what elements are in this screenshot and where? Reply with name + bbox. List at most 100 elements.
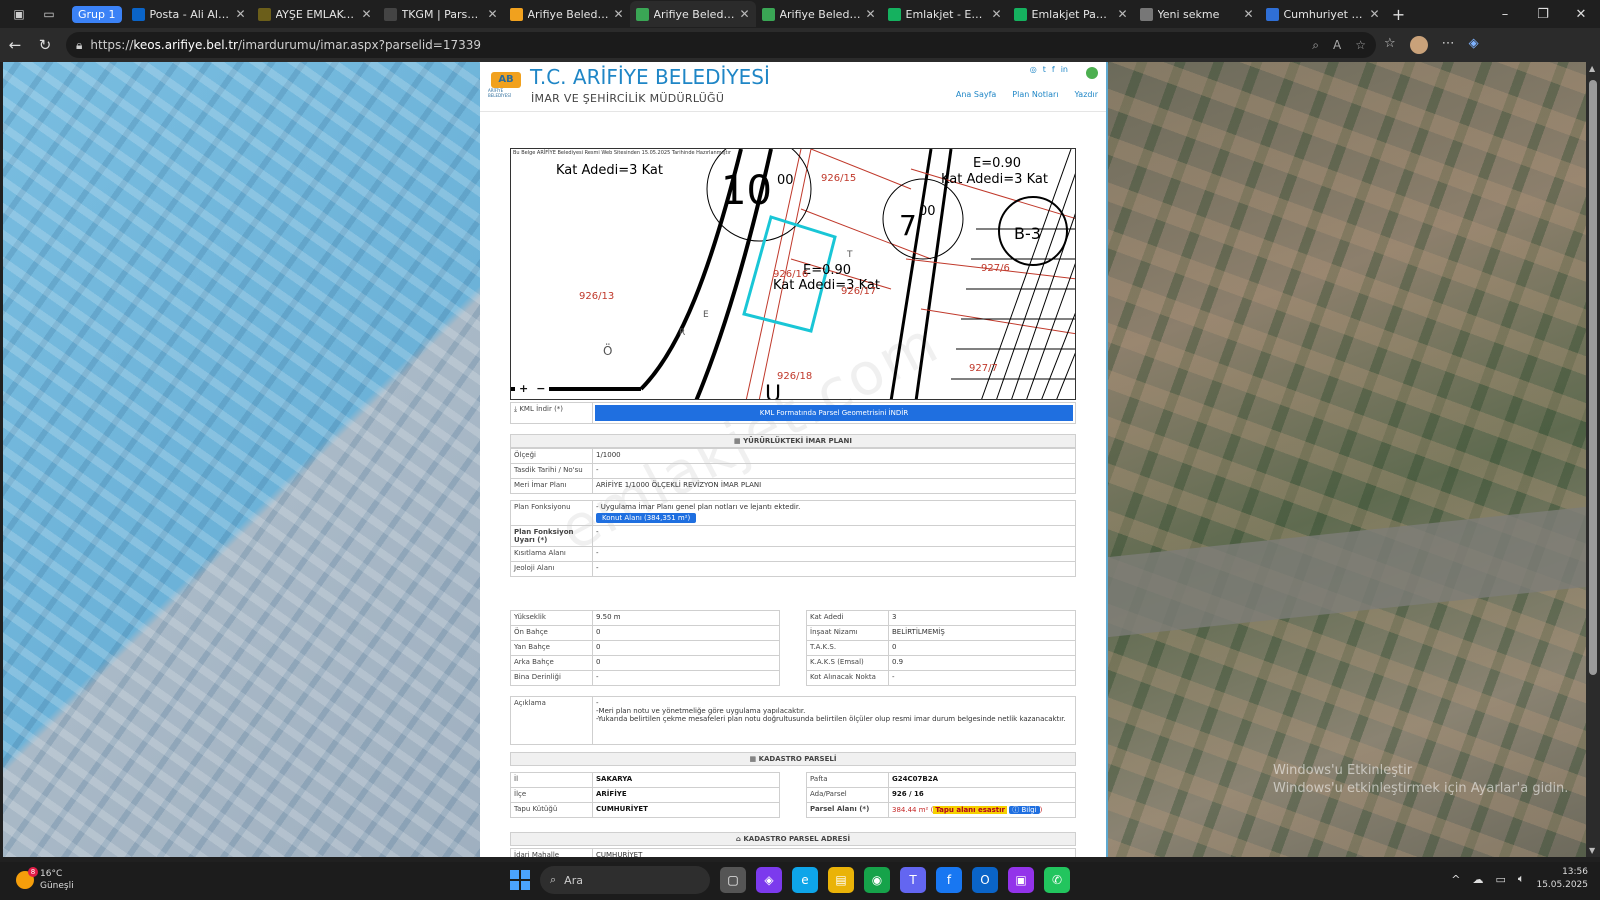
page-icon	[1139, 7, 1153, 21]
zoom-in-button[interactable]: +	[519, 382, 528, 395]
browser-tab[interactable]: TKGM | Parsel Sor ✕	[378, 1, 504, 27]
table-row: Tapu Kütüğü CUMHURİYET	[510, 802, 780, 818]
file-explorer-icon[interactable]: ▤	[828, 867, 854, 893]
nav-yazdir[interactable]: Yazdır	[1075, 90, 1098, 99]
imar-page: AB ARİFİYE BELEDİYESİ T.C. ARİFİYE BELED…	[480, 62, 1106, 857]
url-field[interactable]: 🔒︎ https://keos.arifiye.bel.tr/imardurum…	[66, 32, 1376, 58]
konut-alani-chip[interactable]: Konut Alanı (384,351 m²)	[596, 513, 697, 523]
zoom-out-button[interactable]: −	[536, 382, 545, 395]
linkedin-icon[interactable]: in	[1061, 65, 1068, 74]
more-menu-icon[interactable]: ⋯	[1442, 36, 1455, 54]
tab-group-label[interactable]: Grup 1	[72, 5, 122, 23]
map-zoom-controls: + −	[515, 382, 550, 395]
close-tab-icon[interactable]: ✕	[739, 7, 749, 21]
site-info-icon[interactable]: 🔒︎	[76, 38, 82, 53]
restore-icon[interactable]: ❐	[1524, 7, 1562, 22]
nav-plan-notlari[interactable]: Plan Notları	[1012, 90, 1058, 99]
read-aloud-icon[interactable]: A	[1333, 38, 1341, 53]
table-row: Bina Derinliği -	[510, 670, 780, 686]
kml-download-button[interactable]: KML Formatında Parsel Geometrisini İNDİR	[595, 405, 1073, 421]
tab-actions-icon[interactable]: ▭	[38, 3, 60, 25]
table-row: Plan Fonksiyon Uyarı (*) -	[510, 525, 1076, 547]
scrollbar-thumb[interactable]	[1589, 80, 1597, 675]
close-tab-icon[interactable]: ✕	[487, 7, 497, 21]
header-nav: Ana Sayfa Plan Notları Yazdır	[956, 90, 1098, 99]
row-label: İl	[510, 772, 593, 788]
chrome-icon[interactable]: ◉	[864, 867, 890, 893]
close-window-icon[interactable]: ✕	[1562, 7, 1600, 22]
table-row: K.A.K.S (Emsal) 0.9	[806, 655, 1076, 671]
favorites-icon[interactable]: ☆	[1384, 36, 1396, 54]
scroll-up-icon[interactable]: ▲	[1589, 64, 1595, 73]
parcel-map[interactable]: Kat Adedi=3 Kat E=0.90 Kat Adedi=3 Kat E…	[510, 148, 1076, 400]
kml-section: ⤓ KML İndir (*) KML Formatında Parsel Ge…	[510, 402, 1076, 424]
copilot-app-icon[interactable]: ◈	[756, 867, 782, 893]
close-tab-icon[interactable]: ✕	[1117, 7, 1127, 21]
browser-tab[interactable]: Emlakjet - Ev ve D ✕	[882, 1, 1008, 27]
tray-chevron-icon[interactable]: ^	[1451, 873, 1460, 886]
window-controls: – ❐ ✕	[1486, 7, 1600, 22]
user-icon[interactable]	[1086, 67, 1098, 79]
minimize-icon[interactable]: –	[1486, 7, 1524, 22]
network-icon[interactable]: ▭	[1495, 873, 1505, 886]
emlakjet-icon	[1013, 7, 1027, 21]
address-bar-row: ← ↻ 🔒︎ https://keos.arifiye.bel.tr/imard…	[0, 28, 1600, 62]
browser-tab[interactable]: Posta - Ali Altun - ✕	[126, 1, 252, 27]
volume-icon[interactable]: 🔈︎	[1518, 872, 1525, 886]
nav-ana-sayfa[interactable]: Ana Sayfa	[956, 90, 996, 99]
windows-start-icon[interactable]	[510, 870, 530, 890]
background-aerial-right	[1108, 62, 1586, 857]
weather-widget[interactable]: 8 16°C Güneşli	[16, 867, 74, 892]
close-tab-icon[interactable]: ✕	[613, 7, 623, 21]
browser-tab[interactable]: Arifiye Belediyesi ✕	[629, 1, 756, 27]
clock[interactable]: 13:56 15.05.2025	[1536, 866, 1588, 892]
activate-line1: Windows'u Etkinleştir	[1273, 763, 1413, 778]
teams-icon[interactable]: T	[900, 867, 926, 893]
browser-tab[interactable]: AYŞE EMLAKTAN ✕	[252, 1, 378, 27]
browser-tab[interactable]: Arifiye Belediyesi ✕	[504, 1, 630, 27]
edge-icon[interactable]: e	[792, 867, 818, 893]
profile-avatar[interactable]	[1409, 36, 1428, 54]
task-view-icon[interactable]: ▢	[720, 867, 746, 893]
new-tab-button[interactable]: +	[1386, 5, 1412, 24]
close-tab-icon[interactable]: ✕	[865, 7, 875, 21]
row-label: Pafta	[806, 772, 889, 788]
browser-tab[interactable]: Yeni sekme ✕	[1134, 1, 1260, 27]
store-app-icon[interactable]: ▣	[1008, 867, 1034, 893]
close-tab-icon[interactable]: ✕	[1243, 7, 1253, 21]
close-tab-icon[interactable]: ✕	[361, 7, 371, 21]
imar-plan-title: ▦ YÜRÜRLÜKTEKİ İMAR PLANI	[510, 434, 1076, 448]
web-icon[interactable]: ◎	[1030, 65, 1037, 74]
favorite-star-icon[interactable]: ☆	[1355, 38, 1366, 53]
scroll-down-icon[interactable]: ▼	[1589, 846, 1595, 855]
tab-title: Arifiye Belediyesi	[653, 7, 735, 21]
workspaces-icon[interactable]: ▣	[8, 3, 30, 25]
arifiye-icon	[509, 7, 523, 21]
tab-title: Emlakjet - Ev ve D	[905, 7, 987, 21]
tab-list: Posta - Ali Altun - ✕ AYŞE EMLAKTAN ✕ TK…	[126, 1, 1386, 27]
plan-warning-value: -	[592, 525, 1076, 547]
zoom-icon[interactable]: ⌕	[1312, 38, 1319, 53]
outlook-app-icon[interactable]: O	[972, 867, 998, 893]
twitter-icon[interactable]: t	[1043, 65, 1046, 74]
facebook-icon[interactable]: f	[1052, 65, 1055, 74]
municipality-logo[interactable]: AB ARİFİYE BELEDİYESİ	[488, 72, 524, 100]
onedrive-icon[interactable]: ☁	[1472, 873, 1483, 886]
refresh-icon[interactable]: ↻	[30, 36, 60, 54]
browser-tab[interactable]: Arifiye Belediyesi ✕	[756, 1, 882, 27]
row-label: Kat Adedi	[806, 610, 889, 626]
taskbar-apps: ⌕ Ara ▢ ◈ e ▤ ◉ T f O ▣ ✆	[510, 866, 1070, 894]
taskbar-search[interactable]: ⌕ Ara	[540, 866, 710, 894]
close-tab-icon[interactable]: ✕	[1369, 7, 1379, 21]
close-tab-icon[interactable]: ✕	[235, 7, 245, 21]
browser-tab[interactable]: Emlakjet Panel ✕	[1008, 1, 1134, 27]
back-icon[interactable]: ←	[0, 36, 30, 54]
copilot-icon[interactable]: ◈	[1469, 36, 1479, 54]
browser-tab[interactable]: Cumhuriyet Mah ✕	[1260, 1, 1386, 27]
page-scrollbar[interactable]: ▲ ▼	[1586, 62, 1600, 857]
close-tab-icon[interactable]: ✕	[991, 7, 1001, 21]
url-prefix: https://	[90, 38, 134, 52]
facebook-app-icon[interactable]: f	[936, 867, 962, 893]
bilgi-button[interactable]: ⓘ Bilgi	[1009, 806, 1040, 814]
whatsapp-icon[interactable]: ✆	[1044, 867, 1070, 893]
